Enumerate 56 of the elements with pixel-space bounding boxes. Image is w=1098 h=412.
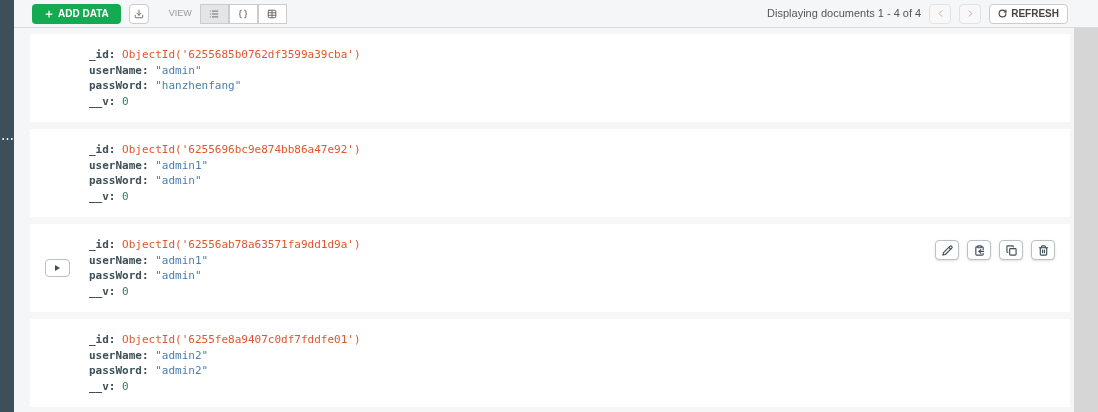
field-value: 0 — [122, 188, 129, 204]
list-view-icon — [209, 8, 220, 19]
field-value: "admin2" — [155, 363, 209, 379]
field-value: "admin2" — [155, 347, 209, 363]
field-key: passWord: — [89, 363, 149, 379]
plus-icon — [44, 8, 54, 19]
field-value: "hanzhenfang" — [155, 78, 242, 94]
view-toggle[interactable] — [257, 3, 287, 24]
field-value: 0 — [122, 378, 129, 394]
field-key: userName: — [89, 347, 149, 363]
export-button[interactable] — [128, 3, 149, 24]
field-key: passWord: — [89, 268, 149, 284]
delete-icon — [1037, 244, 1049, 256]
field-key: __v: — [89, 378, 116, 394]
clone-icon — [1005, 244, 1017, 256]
view-toggle[interactable] — [199, 3, 229, 24]
field-key: userName: — [89, 157, 149, 173]
field-value: "admin" — [155, 62, 202, 78]
field-key: __v: — [89, 283, 116, 299]
field-value: ObjectId('62556ab78a63571fa9dd1d9a') — [122, 237, 361, 253]
field-key: _id: — [89, 237, 116, 253]
edit-button[interactable] — [935, 240, 959, 260]
expand-button[interactable] — [45, 259, 70, 277]
paging-status: Displaying documents 1 - 4 of 4 — [767, 6, 922, 22]
field-value: "admin" — [155, 268, 202, 284]
sidebar-handle[interactable]: ⋯ — [0, 132, 14, 145]
field-value: ObjectId('6255696bc9e874bb86a47e92') — [122, 142, 361, 158]
field-value: ObjectId('6255685b0762df3599a39cba') — [122, 47, 361, 63]
copy-button[interactable] — [967, 240, 991, 260]
field-key: passWord: — [89, 78, 149, 94]
json-view-icon — [238, 8, 249, 19]
play-icon — [55, 265, 60, 271]
field-value: "admin1" — [155, 252, 209, 268]
copy-icon — [973, 244, 985, 256]
download-icon — [133, 8, 144, 19]
view-label: VIEW — [168, 6, 192, 20]
field-key: userName: — [89, 62, 149, 78]
table-view-icon — [267, 8, 278, 19]
delete-button[interactable] — [1031, 240, 1055, 260]
refresh-button[interactable]: REFRESH — [989, 3, 1068, 24]
refresh-icon — [998, 9, 1008, 18]
clone-button[interactable] — [999, 240, 1023, 260]
field-key: _id: — [89, 142, 116, 158]
field-key: __v: — [89, 188, 116, 204]
field-key: __v: — [89, 93, 116, 109]
field-key: userName: — [89, 252, 149, 268]
field-value: 0 — [122, 93, 129, 109]
field-value: "admin1" — [155, 157, 209, 173]
field-value: "admin" — [155, 173, 202, 189]
field-value: ObjectId('6255fe8a9407c0df7fddfe01') — [122, 332, 361, 348]
field-key: _id: — [89, 332, 116, 348]
field-value: 0 — [122, 283, 129, 299]
field-key: passWord: — [89, 173, 149, 189]
edit-icon — [941, 244, 953, 256]
view-toggle[interactable] — [228, 3, 258, 24]
field-key: _id: — [89, 47, 116, 63]
